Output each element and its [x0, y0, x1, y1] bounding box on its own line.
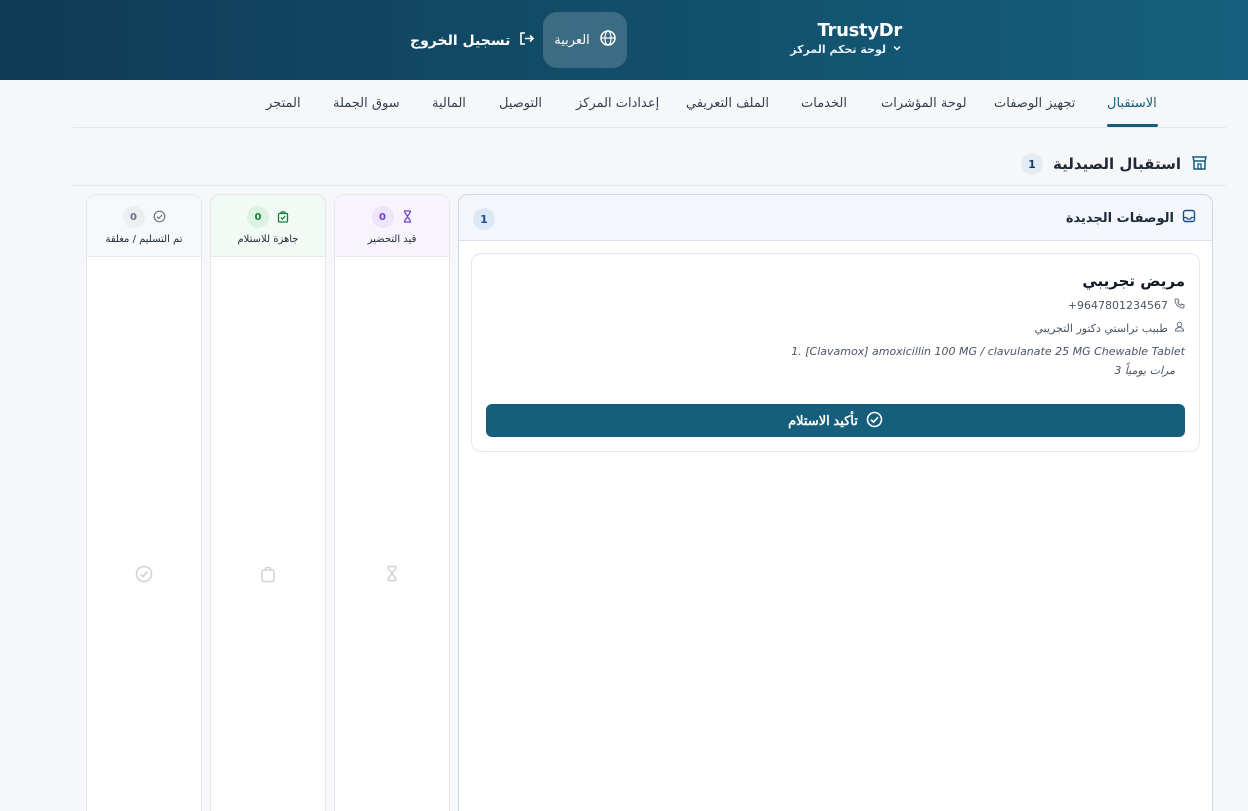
ready-column: 0 جاهزة للاستلام: [210, 194, 326, 811]
phone-icon: [1174, 298, 1185, 312]
preparing-header: 0 قيد التحضير: [335, 195, 449, 257]
brand-subtitle: لوحة تحكم المركز: [790, 43, 886, 56]
confirm-receipt-label: تأكيد الاستلام: [788, 412, 858, 428]
top-header: TrustyDr لوحة تحكم المركز العربية تسجيل …: [0, 0, 1248, 80]
ready-header: 0 جاهزة للاستلام: [211, 195, 325, 257]
preparing-label: قيد التحضير: [367, 234, 417, 245]
chevron-down-icon: [892, 43, 902, 56]
brand[interactable]: TrustyDr لوحة تحكم المركز: [790, 20, 902, 56]
patient-phone: +9647801234567: [1067, 298, 1168, 312]
check-circle-icon: [153, 208, 166, 227]
language-label: العربية: [554, 32, 590, 48]
delivered-label: تم التسليم / مغلقة: [105, 234, 183, 245]
tab-reception[interactable]: الاستقبال: [1107, 96, 1157, 111]
bag-icon: [277, 208, 289, 227]
prescription-card[interactable]: مريض تجريبي +9647801234567 طبيب تراستي د…: [471, 253, 1200, 452]
patient-name: مريض تجريبي: [1082, 272, 1185, 290]
new-prescriptions-header: الوصفات الجديدة 1: [459, 195, 1212, 241]
tab-store[interactable]: المتجر: [266, 96, 301, 111]
center-dashboard-menu[interactable]: لوحة تحكم المركز: [790, 43, 902, 56]
tab-wholesale-market[interactable]: سوق الجملة: [333, 96, 400, 111]
main-nav: الاستقبال تجهيز الوصفات لوحة المؤشرات ال…: [73, 80, 1226, 128]
tab-delivery[interactable]: التوصيل: [499, 96, 542, 111]
section-header: استقبال الصيدلية 1: [1021, 153, 1208, 175]
hourglass-icon: [402, 208, 413, 227]
user-icon: [1174, 321, 1185, 335]
tab-services[interactable]: الخدمات: [801, 96, 847, 111]
globe-icon: [600, 30, 616, 50]
preparing-count: 0: [371, 206, 394, 228]
tab-center-settings[interactable]: إعدادات المركز: [576, 96, 659, 111]
logout-label: تسجيل الخروج: [410, 32, 511, 49]
section-count-badge: 1: [1021, 153, 1043, 175]
brand-name: TrustyDr: [817, 20, 903, 41]
hourglass-empty-icon: [385, 565, 399, 586]
preparing-column: 0 قيد التحضير: [334, 194, 450, 811]
active-tab-indicator: [1107, 124, 1158, 127]
tab-prescription-prep[interactable]: تجهيز الوصفات: [994, 96, 1075, 111]
logout-button[interactable]: تسجيل الخروج: [410, 30, 535, 51]
confirm-receipt-button[interactable]: تأكيد الاستلام: [486, 404, 1185, 437]
inbox-icon: [1182, 209, 1196, 227]
tab-profile[interactable]: الملف التعريفي: [686, 96, 769, 111]
ready-count: 0: [247, 206, 269, 228]
language-button[interactable]: العربية: [543, 12, 627, 68]
new-prescriptions-column: الوصفات الجديدة 1 مريض تجريبي +964780123…: [458, 194, 1213, 811]
patient-phone-row: +9647801234567: [1068, 298, 1185, 312]
bag-empty-icon: [260, 565, 276, 587]
logout-icon: [518, 30, 535, 51]
tab-finance[interactable]: المالية: [432, 96, 466, 111]
new-prescriptions-title: الوصفات الجديدة: [1065, 210, 1174, 226]
medication-line: 1. [Clavamox] amoxicillin 100 MG / clavu…: [791, 345, 1185, 358]
ready-label: جاهزة للاستلام: [237, 234, 299, 245]
tab-dashboard[interactable]: لوحة المؤشرات: [881, 96, 967, 111]
new-prescriptions-count: 1: [473, 208, 495, 230]
delivered-count: 0: [122, 206, 145, 228]
store-icon: [1191, 154, 1208, 175]
check-circle-empty-icon: [135, 565, 153, 587]
delivered-header: 0 تم التسليم / مغلقة: [87, 195, 201, 257]
check-circle-icon: [866, 411, 883, 431]
section-title: استقبال الصيدلية: [1053, 155, 1181, 173]
delivered-column: 0 تم التسليم / مغلقة: [86, 194, 202, 811]
doctor-row: طبيب تراستي دكتور التجريبي: [1035, 321, 1185, 335]
dosage-line: 3 مرات يومياً: [1114, 364, 1175, 377]
divider: [73, 185, 1226, 186]
doctor-name: طبيب تراستي دكتور التجريبي: [1034, 321, 1168, 335]
